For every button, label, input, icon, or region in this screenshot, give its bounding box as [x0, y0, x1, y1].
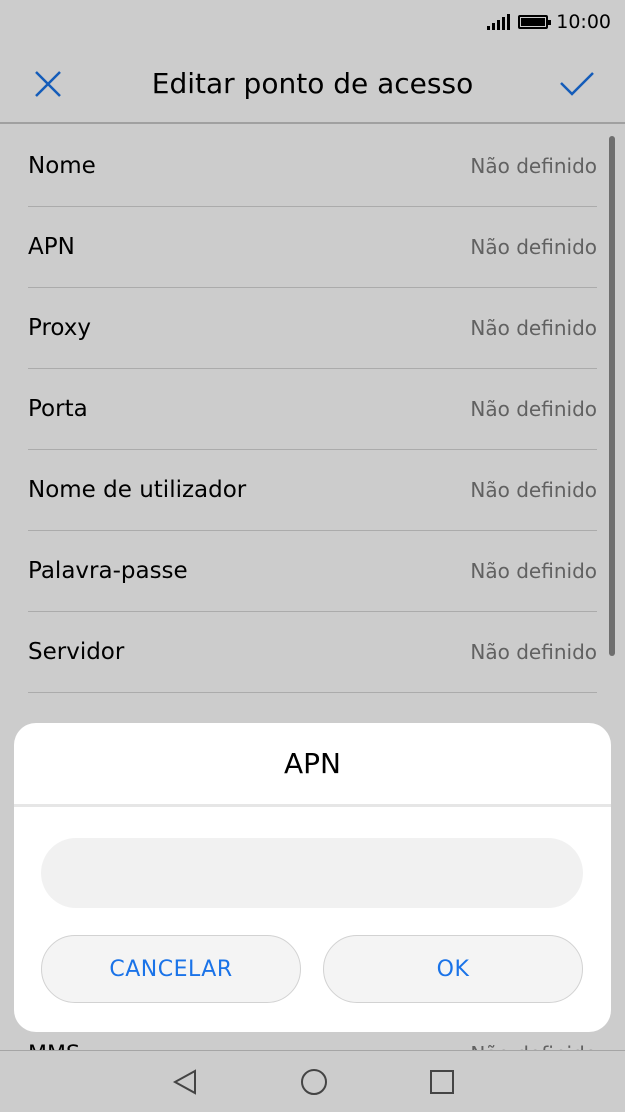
apn-dialog: APN CANCELAR OK	[14, 723, 611, 1032]
apn-input[interactable]	[41, 838, 583, 908]
dialog-title: APN	[14, 723, 611, 807]
cancel-button[interactable]: CANCELAR	[41, 935, 301, 1003]
ok-button[interactable]: OK	[323, 935, 583, 1003]
